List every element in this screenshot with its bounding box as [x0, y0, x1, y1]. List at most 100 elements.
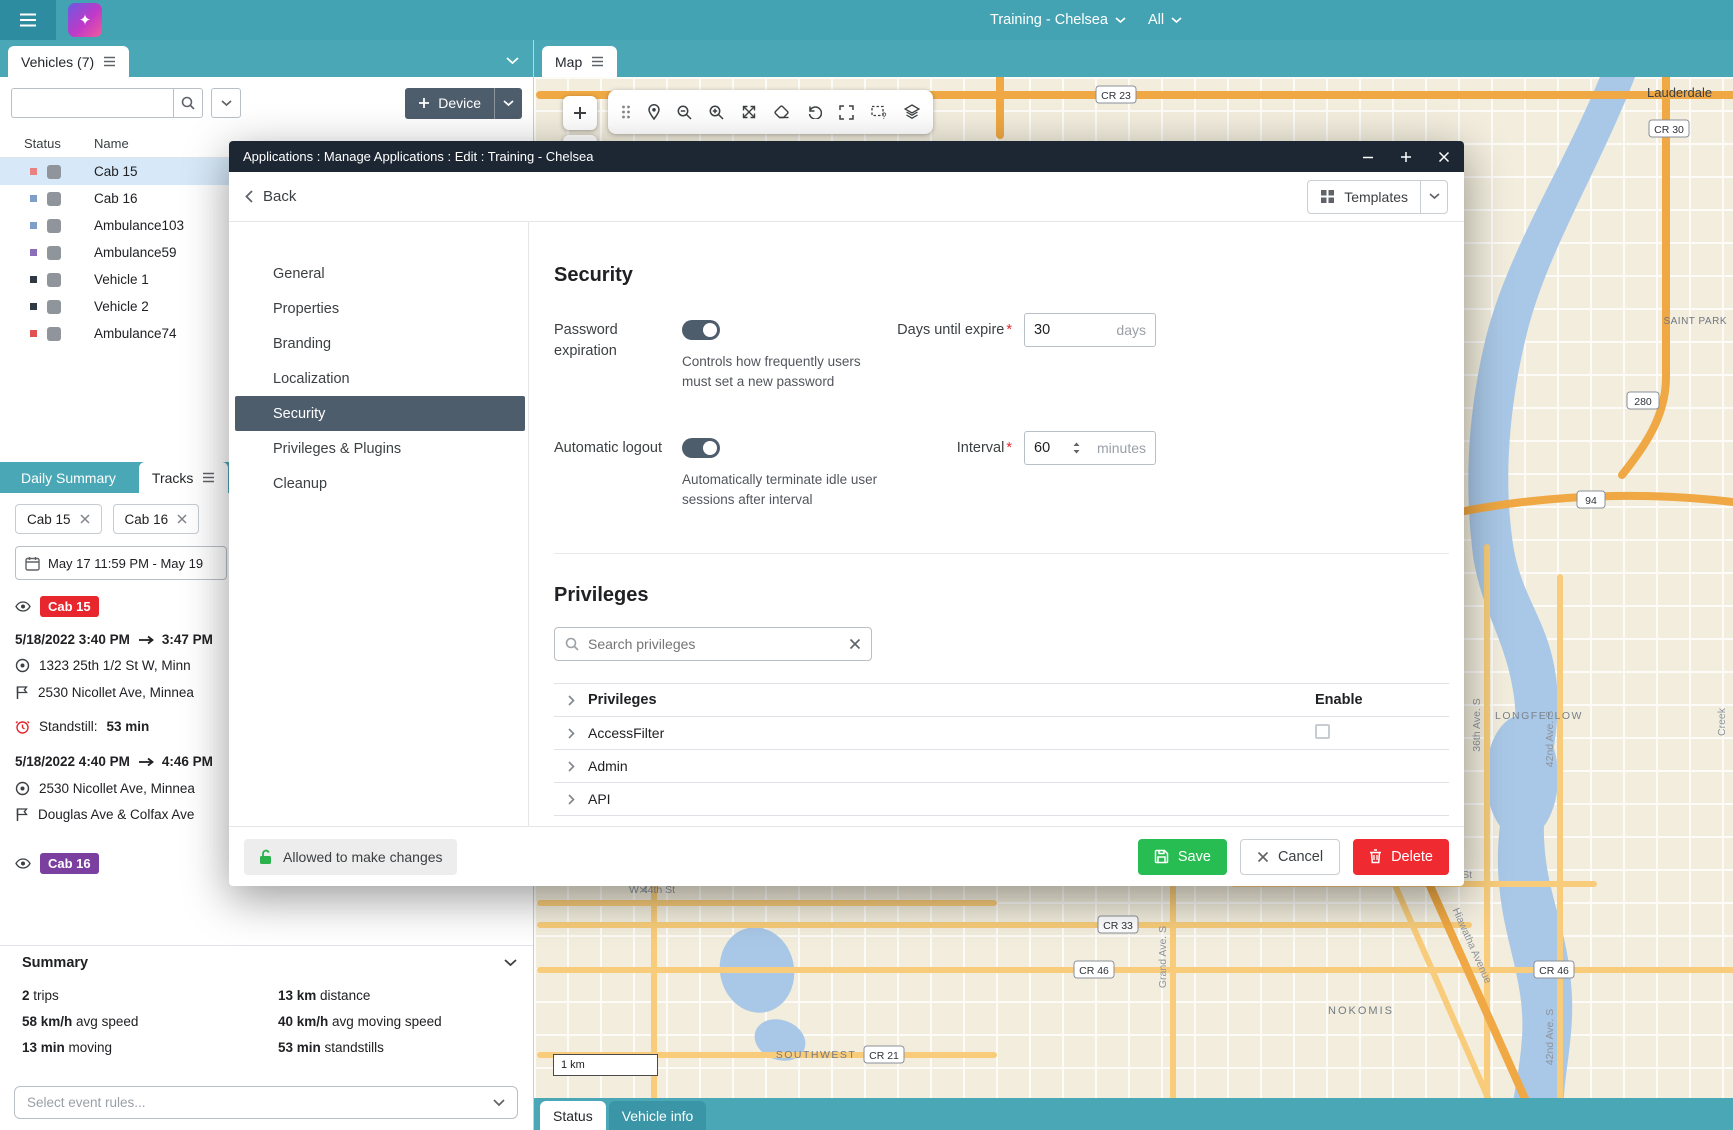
tab-menu-icon[interactable]: [103, 56, 116, 67]
chevron-down-icon[interactable]: [504, 959, 517, 967]
search-options-button[interactable]: [211, 88, 241, 118]
tab-menu-icon[interactable]: [591, 56, 604, 67]
svg-text:280: 280: [1634, 396, 1652, 408]
vehicle-badge: Cab 16: [40, 853, 99, 874]
chip-remove-icon[interactable]: [80, 514, 90, 524]
add-device-menu-button[interactable]: [494, 88, 522, 119]
privilege-row[interactable]: Admin: [554, 750, 1449, 783]
minimize-icon[interactable]: [1362, 151, 1374, 163]
svg-text:CR 30: CR 30: [1654, 124, 1684, 136]
org-selector[interactable]: Training - Chelsea: [990, 12, 1126, 28]
save-button[interactable]: Save: [1138, 839, 1227, 875]
manage-applications-modal: Applications : Manage Applications : Edi…: [229, 141, 1464, 886]
select-area-query-icon[interactable]: ?: [871, 105, 887, 120]
eye-icon[interactable]: [15, 858, 31, 869]
interval-input[interactable]: [1034, 440, 1068, 456]
nav-item-branding[interactable]: Branding: [235, 326, 525, 361]
tab-vehicles[interactable]: Vehicles (7): [8, 46, 129, 77]
tab-daily-summary[interactable]: Daily Summary: [8, 462, 129, 493]
col-name[interactable]: Name: [94, 136, 129, 151]
zoom-in-button[interactable]: [563, 96, 597, 130]
summary-header[interactable]: Summary: [0, 946, 533, 979]
chevron-right-icon[interactable]: [568, 794, 575, 805]
status-dot: [30, 195, 37, 202]
vehicles-tabstrip: Vehicles (7): [0, 40, 533, 77]
privilege-row[interactable]: AccessFilter: [554, 717, 1449, 750]
chevron-right-icon[interactable]: [568, 728, 575, 739]
maximize-icon[interactable]: [1400, 151, 1412, 163]
automatic-logout-toggle[interactable]: [682, 438, 720, 458]
add-device-button[interactable]: Device: [405, 88, 494, 119]
standstill-row[interactable]: Standstill: 53 min: [15, 719, 149, 734]
modal-titlebar[interactable]: Applications : Manage Applications : Edi…: [229, 141, 1464, 172]
col-status[interactable]: Status: [24, 136, 61, 151]
chip-remove-icon[interactable]: [177, 514, 187, 524]
date-range-picker[interactable]: May 17 11:59 PM - May 19: [15, 546, 227, 580]
event-rules-select[interactable]: Select event rules...: [14, 1086, 518, 1119]
road-shield: CR 33: [1098, 916, 1138, 933]
trip-start-icon: [15, 658, 30, 673]
trip-start-icon: [15, 781, 30, 796]
nav-item-localization[interactable]: Localization: [235, 361, 525, 396]
privilege-row[interactable]: API: [554, 783, 1449, 816]
days-until-expire-input[interactable]: [1034, 322, 1068, 338]
tab-map[interactable]: Map: [542, 46, 617, 77]
password-expiration-row: Password expiration Controls how frequen…: [554, 313, 1449, 391]
marker-tool-icon[interactable]: [648, 104, 660, 120]
expand-arrows-icon[interactable]: [741, 104, 757, 120]
drag-grip-icon[interactable]: [621, 105, 631, 119]
chevron-right-icon[interactable]: [568, 761, 575, 772]
days-suffix: days: [1116, 322, 1146, 338]
vehicle-chip[interactable]: Cab 15: [15, 504, 102, 534]
nav-item-cleanup[interactable]: Cleanup: [235, 466, 525, 501]
templates-menu-button[interactable]: [1420, 181, 1447, 213]
vehicle-icon: [47, 273, 61, 287]
stat: 53 min standstills: [278, 1040, 533, 1066]
delete-button[interactable]: Delete: [1353, 839, 1449, 875]
tab-menu-icon[interactable]: [202, 472, 215, 483]
zoom-in-tool-icon[interactable]: [709, 105, 724, 120]
undo-rotate-icon[interactable]: [807, 105, 822, 119]
nav-item-security[interactable]: Security: [235, 396, 525, 431]
main-menu-button[interactable]: [0, 0, 56, 40]
nav-item-privileges-plugins[interactable]: Privileges & Plugins: [235, 431, 525, 466]
calendar-icon: [25, 556, 40, 571]
trip-start-row[interactable]: 2530 Nicollet Ave, Minnea: [15, 781, 195, 796]
templates-button[interactable]: Templates: [1308, 181, 1420, 213]
trip-time-row[interactable]: 5/18/2022 4:40 PM 4:46 PM: [15, 754, 213, 769]
back-button[interactable]: Back: [245, 188, 296, 205]
trip-end-row[interactable]: Douglas Ave & Colfax Ave: [15, 807, 194, 822]
zoom-out-tool-icon[interactable]: [677, 105, 692, 120]
stepper-icon[interactable]: [1072, 441, 1081, 455]
password-expiration-toggle[interactable]: [682, 320, 720, 340]
eraser-icon[interactable]: [774, 105, 790, 119]
tab-status[interactable]: Status: [540, 1101, 606, 1130]
nav-item-properties[interactable]: Properties: [235, 291, 525, 326]
templates-split-button: Templates: [1307, 180, 1448, 214]
chip-label: Cab 15: [27, 512, 71, 527]
automatic-logout-row: Automatic logout Automatically terminate…: [554, 431, 1449, 509]
fullscreen-icon[interactable]: [839, 105, 854, 120]
vehicle-search-input[interactable]: [11, 88, 173, 118]
map-tabstrip: Map: [534, 40, 1733, 77]
nav-item-general[interactable]: General: [235, 256, 525, 291]
privileges-search-input[interactable]: [588, 636, 840, 652]
vehicle-chip[interactable]: Cab 16: [113, 504, 200, 534]
cancel-button[interactable]: Cancel: [1240, 839, 1340, 875]
trip-time-row[interactable]: 5/18/2022 3:40 PM 3:47 PM: [15, 632, 213, 647]
trip-start-time: 5/18/2022 3:40 PM: [15, 632, 130, 647]
chevron-right-icon[interactable]: [568, 695, 575, 706]
tab-tracks[interactable]: Tracks: [139, 462, 228, 493]
enable-checkbox[interactable]: [1315, 724, 1330, 739]
collapse-panel-button[interactable]: [506, 52, 519, 68]
trip-start-row[interactable]: 1323 25th 1/2 St W, Minn: [15, 658, 191, 673]
eye-icon[interactable]: [15, 601, 31, 612]
layers-icon[interactable]: [904, 104, 920, 120]
scope-selector[interactable]: All: [1148, 12, 1182, 28]
tab-vehicle-info[interactable]: Vehicle info: [609, 1101, 707, 1130]
vehicles-toolbar: Device: [11, 88, 522, 118]
search-button[interactable]: [173, 88, 203, 118]
trip-end-row[interactable]: 2530 Nicollet Ave, Minnea: [15, 685, 194, 700]
clear-search-icon[interactable]: [849, 638, 861, 650]
close-icon[interactable]: [1438, 151, 1450, 163]
